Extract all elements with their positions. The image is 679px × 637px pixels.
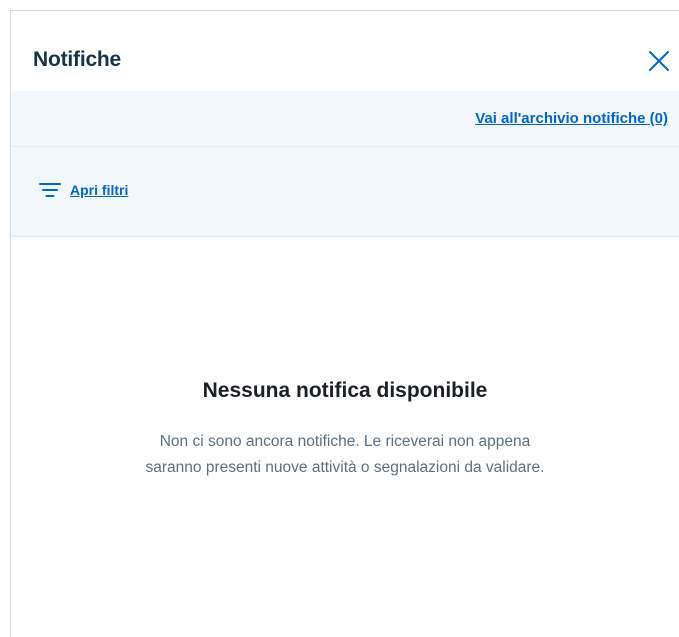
archive-bar: Vai all'archivio notifiche (0) xyxy=(11,91,679,147)
empty-state-title: Nessuna notifica disponibile xyxy=(202,379,488,402)
panel-title: Notifiche xyxy=(33,48,122,71)
archive-link[interactable]: Vai all'archivio notifiche (0) xyxy=(475,110,668,127)
close-button[interactable] xyxy=(647,49,671,73)
panel-header: Notifiche xyxy=(11,11,679,91)
filter-bar: Apri filtri xyxy=(11,147,679,237)
filter-icon xyxy=(39,183,61,197)
open-filters-button[interactable]: Apri filtri xyxy=(39,181,128,199)
empty-state-message: Non ci sono ancora notifiche. Le ricever… xyxy=(145,433,545,476)
open-filters-label: Apri filtri xyxy=(70,182,129,198)
notifications-panel: Notifiche Vai all'archivio notifiche (0)… xyxy=(10,10,679,637)
empty-state: Nessuna notifica disponibile Non ci sono… xyxy=(11,237,679,637)
close-icon xyxy=(649,51,669,71)
